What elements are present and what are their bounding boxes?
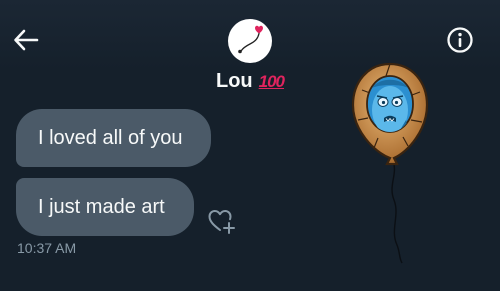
contact-name: Lou	[215, 70, 253, 92]
info-icon	[447, 27, 473, 53]
back-button[interactable]	[8, 22, 44, 58]
message-bubble[interactable]: I loved all of you	[16, 109, 211, 167]
arrow-left-icon	[14, 29, 39, 51]
message-bubble[interactable]: I just made art	[16, 178, 194, 236]
add-reaction-button[interactable]	[205, 205, 237, 237]
balloon-sticker[interactable]	[350, 60, 430, 265]
message-text: I just made art	[38, 195, 165, 218]
conversation-info-button[interactable]	[442, 22, 478, 58]
avatar[interactable]	[228, 19, 272, 63]
heart-balloon-icon	[238, 25, 263, 54]
hundred-points-emoji: 100	[258, 71, 285, 91]
dm-conversation-screen: Lou 100 I loved all of you I just made a…	[0, 0, 500, 291]
message-text: I loved all of you	[38, 126, 183, 149]
add-reaction-heart-icon	[208, 210, 235, 234]
message-timestamp: 10:37 AM	[17, 240, 77, 256]
